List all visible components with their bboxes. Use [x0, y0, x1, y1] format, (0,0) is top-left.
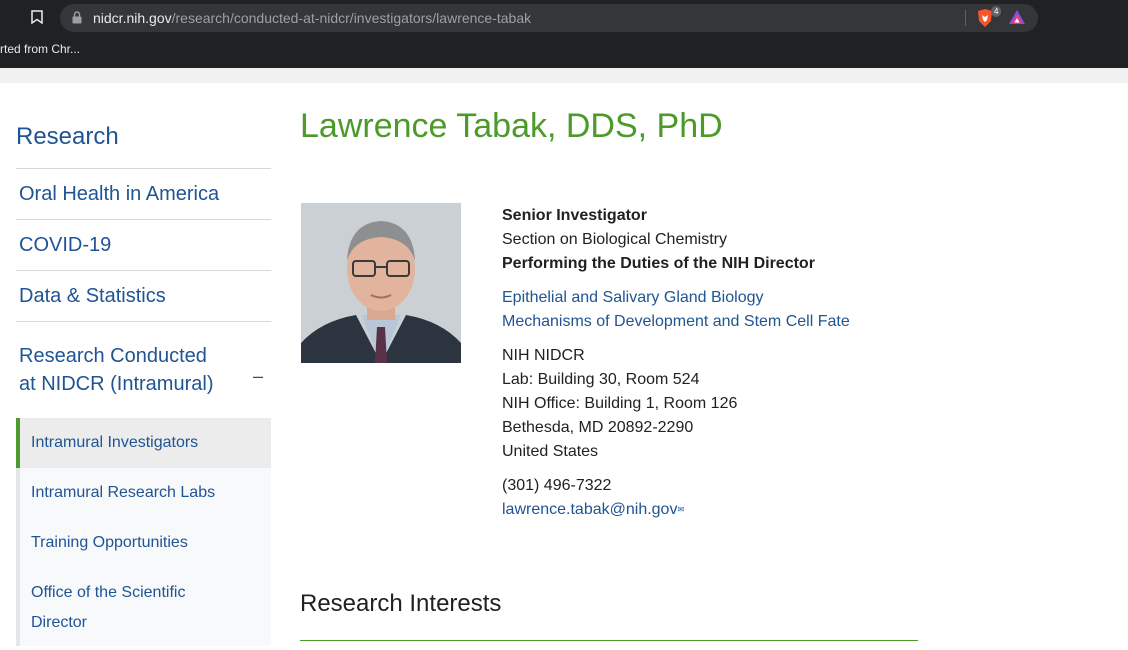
url-host: nidcr.nih.gov — [93, 10, 172, 26]
email-link[interactable]: lawrence.tabak@nih.gov✉ — [502, 498, 922, 522]
page-top-strip — [0, 68, 1128, 83]
brave-rewards-icon[interactable] — [1008, 9, 1028, 27]
lock-icon — [72, 11, 82, 29]
url-separator — [965, 10, 966, 26]
research-link-epithelial[interactable]: Epithelial and Salivary Gland Biology — [502, 286, 922, 310]
sidebar-subitem-office-scientific-director[interactable]: Office of the Scientific Director — [20, 568, 271, 646]
page-title: Lawrence Tabak, DDS, PhD — [300, 107, 723, 145]
sidebar-nav: Research Oral Health in America COVID-19… — [16, 100, 271, 646]
sidebar-item-label-line2: at NIDCR (Intramural) — [19, 373, 214, 395]
browser-chrome: nidcr.nih.gov/research/conducted-at-nidc… — [0, 0, 1128, 68]
investigator-photo — [301, 203, 461, 363]
investigator-section: Section on Biological Chemistry — [502, 231, 727, 248]
external-mail-icon: ✉ — [677, 505, 685, 514]
bookmark-icon[interactable] — [26, 6, 48, 28]
address-line: Bethesda, MD 20892-2290 — [502, 419, 694, 436]
address-line: United States — [502, 443, 599, 460]
address-bar[interactable]: nidcr.nih.gov/research/conducted-at-nidc… — [60, 4, 1038, 32]
collapse-toggle-icon[interactable]: – — [253, 362, 263, 390]
sidebar-item-research-conducted[interactable]: Research Conducted at NIDCR (Intramural)… — [16, 322, 271, 418]
sidebar-subitem-label-line2: Director — [31, 614, 88, 631]
sidebar-title[interactable]: Research — [16, 122, 271, 169]
sidebar-subitem-label-line1: Office of the Scientific — [31, 584, 186, 601]
sidebar-subitem-training-opportunities[interactable]: Training Opportunities — [20, 518, 271, 568]
phone-number: (301) 496-7322 — [502, 477, 612, 494]
brave-shield-count: 4 — [991, 6, 1002, 17]
address-line: NIH Office: Building 1, Room 126 — [502, 395, 738, 412]
investigator-duties: Performing the Duties of the NIH Directo… — [502, 255, 815, 272]
sidebar-subnav: Intramural Investigators Intramural Rese… — [16, 418, 271, 646]
sidebar-subitem-intramural-investigators[interactable]: Intramural Investigators — [16, 418, 271, 468]
url-path: /research/conducted-at-nidcr/investigato… — [171, 10, 532, 26]
investigator-info: Senior Investigator Section on Biologica… — [502, 204, 922, 522]
section-divider — [300, 640, 918, 641]
sidebar-item-data-statistics[interactable]: Data & Statistics — [16, 271, 271, 322]
research-interests-heading: Research Interests — [300, 590, 502, 617]
research-link-development[interactable]: Mechanisms of Development and Stem Cell … — [502, 310, 922, 334]
investigator-role: Senior Investigator — [502, 207, 647, 224]
main-content: Lawrence Tabak, DDS, PhD Senior Investig… — [300, 100, 920, 641]
sidebar-subitem-intramural-research-labs[interactable]: Intramural Research Labs — [20, 468, 271, 518]
bookmarks-bar-item[interactable]: rted from Chr... — [0, 42, 80, 56]
url-text: nidcr.nih.gov/research/conducted-at-nidc… — [93, 10, 531, 26]
email-text: lawrence.tabak@nih.gov — [502, 501, 678, 519]
address-line: NIH NIDCR — [502, 347, 585, 364]
sidebar-item-covid-19[interactable]: COVID-19 — [16, 220, 271, 271]
sidebar-item-oral-health[interactable]: Oral Health in America — [16, 169, 271, 220]
address-line: Lab: Building 30, Room 524 — [502, 371, 700, 388]
sidebar-item-label-line1: Research Conducted — [19, 345, 207, 367]
